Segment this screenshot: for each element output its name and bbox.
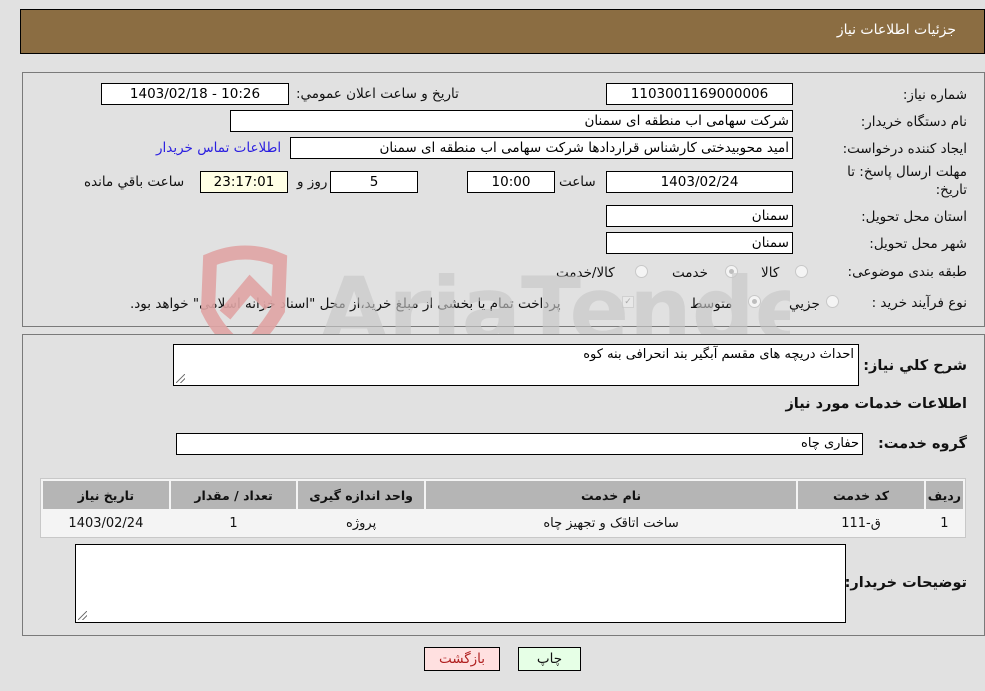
buyer-org-field: شرکت سهامی اب منطقه ای سمنان <box>230 110 793 132</box>
purchase-type-label: نوع فرآیند خرید : <box>871 295 967 311</box>
buyer-contact-link[interactable]: اطلاعات تماس خریدار <box>156 140 281 156</box>
service-group-field: حفاری چاه <box>176 433 863 455</box>
category-radio-goods-service[interactable] <box>635 265 648 278</box>
col-header-service-name: نام خدمت <box>425 481 797 509</box>
announce-datetime-label: تاريخ و ساعت اعلان عمومي: <box>296 86 459 102</box>
announce-datetime-field: 1403/02/18 - 10:26 <box>101 83 289 105</box>
buyer-org-label: نام دستگاه خریدار: <box>860 114 967 130</box>
deadline-label-line2: تاریخ: <box>935 182 967 198</box>
cell-service-code: ق-111 <box>798 511 924 535</box>
col-header-quantity: تعداد / مقدار <box>170 481 297 509</box>
deadline-time-label: ساعت <box>559 174 596 190</box>
cell-row-number: 1 <box>925 511 963 535</box>
print-button[interactable]: چاپ <box>518 647 581 671</box>
cell-service-name: ساخت اتاقک و تجهیز چاه <box>425 511 797 535</box>
category-label: طبقه بندی موضوعی: <box>847 264 967 280</box>
delivery-city-label: شهر محل تحویل: <box>869 236 967 252</box>
back-button[interactable]: بازگشت <box>424 647 500 671</box>
days-remaining-field: 5 <box>330 171 418 193</box>
col-header-need-date: تاریخ نیاز <box>43 481 169 509</box>
col-header-row-number: ردیف <box>925 481 963 509</box>
need-number-field: 1103001169000006 <box>606 83 793 105</box>
category-radio-service[interactable] <box>725 265 738 278</box>
days-label: روز و <box>297 174 328 190</box>
delivery-province-label: استان محل تحویل: <box>861 209 967 225</box>
buyer-notes-textarea[interactable] <box>75 544 846 623</box>
table-row: 1 ق-111 ساخت اتاقک و تجهیز چاه پروژه 1 1… <box>43 511 963 535</box>
resize-grip-icon[interactable] <box>78 611 87 620</box>
services-heading: اطلاعات خدمات مورد نیاز <box>785 396 967 412</box>
category-option-goods: کالا <box>761 265 780 281</box>
need-number-label: شماره نیاز: <box>902 87 967 103</box>
delivery-province-field: سمنان <box>606 205 793 227</box>
deadline-label-line1: مهلت ارسال پاسخ: تا <box>847 164 967 180</box>
category-option-goods-service: کالا/خدمت <box>556 265 615 281</box>
cell-quantity: 1 <box>170 511 297 535</box>
purchase-type-radio-medium[interactable] <box>748 295 761 308</box>
category-option-service: خدمت <box>672 265 708 281</box>
description-textarea[interactable]: احداث دریچه های مقسم آبگیر بند انحرافی ب… <box>173 344 859 386</box>
purchase-type-option-medium: متوسط <box>690 296 733 312</box>
resize-grip-icon[interactable] <box>176 374 185 383</box>
service-group-label: گروه خدمت: <box>877 436 967 452</box>
time-remaining-label: ساعت باقي مانده <box>84 174 185 190</box>
table-header-row: ردیف کد خدمت نام خدمت واحد اندازه گیری ت… <box>43 481 963 509</box>
delivery-city-field: سمنان <box>606 232 793 254</box>
requester-field: امید محوبیدختی کارشناس قراردادها شرکت سه… <box>290 137 793 159</box>
category-radio-goods[interactable] <box>795 265 808 278</box>
cell-unit: پروژه <box>298 511 424 535</box>
description-text: احداث دریچه های مقسم آبگیر بند انحرافی ب… <box>583 347 854 362</box>
time-remaining-field: 23:17:01 <box>200 171 288 193</box>
treasury-bonds-checkbox[interactable]: ✓ <box>622 296 634 308</box>
purchase-type-option-minor: جزیي <box>789 296 820 312</box>
purchase-type-radio-minor[interactable] <box>826 295 839 308</box>
deadline-time-field: 10:00 <box>467 171 555 193</box>
description-label: شرح کلي نياز: <box>863 358 967 374</box>
cell-need-date: 1403/02/24 <box>43 511 169 535</box>
deadline-date-field: 1403/02/24 <box>606 171 793 193</box>
treasury-bonds-note: پرداخت تمام یا بخشی از مبلغ خرید،از محل … <box>130 296 561 312</box>
page-title: جزئيات اطلاعات نیاز <box>836 22 956 38</box>
page-header: جزئيات اطلاعات نیاز <box>20 9 985 54</box>
requester-label: ایجاد کننده درخواست: <box>842 141 967 157</box>
col-header-unit: واحد اندازه گیری <box>298 481 424 509</box>
col-header-service-code: کد خدمت <box>798 481 924 509</box>
buyer-notes-label: توضیحات خریدار: <box>844 575 967 591</box>
services-table: ردیف کد خدمت نام خدمت واحد اندازه گیری ت… <box>40 478 966 538</box>
